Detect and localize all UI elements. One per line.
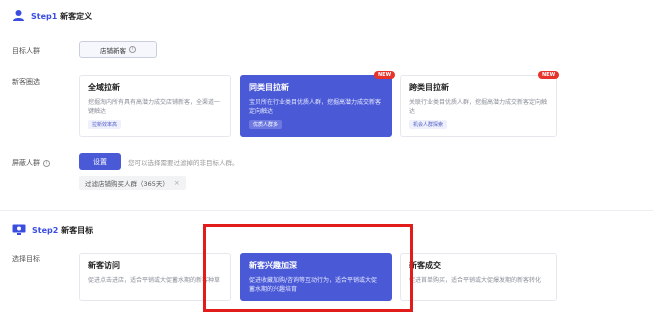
- circle-label: 新客圈选: [12, 78, 40, 86]
- person-icon: [12, 9, 25, 24]
- card-title: 跨类目拉新: [409, 83, 449, 92]
- card-cross-category-acquire[interactable]: 跨类目拉新 关联行业类目优质人群，挖掘高潜力成交新客定向触达 机会人群探索: [400, 75, 557, 137]
- new-badge: NEW: [374, 71, 396, 79]
- highlight-box: [203, 224, 413, 312]
- info-icon: i: [129, 46, 136, 53]
- target-screen-icon: [12, 224, 26, 237]
- card-tag: 拉新效率高: [88, 120, 122, 129]
- shield-label: 屏蔽人群 i: [12, 158, 50, 168]
- step2-title: Step2 新客目标: [32, 225, 93, 236]
- step1-prefix: Step1: [31, 12, 58, 21]
- new-badge: NEW: [538, 71, 560, 79]
- card-title: 全域拉新: [88, 83, 120, 92]
- step2-text: 新客目标: [61, 226, 94, 235]
- goal-label: 选择目标: [12, 255, 40, 263]
- shield-label-text: 屏蔽人群: [12, 159, 40, 167]
- step1-title: Step1 新客定义: [31, 11, 92, 22]
- step2-prefix: Step2: [32, 226, 59, 235]
- filter-purchase-tag-label: 过滤店铺购买人群（365天）: [85, 180, 169, 188]
- filter-purchase-tag: 过滤店铺购买人群（365天） ×: [79, 176, 186, 190]
- shield-settings-button[interactable]: 设置: [79, 153, 121, 170]
- goal-card-convert[interactable]: 新客成交 促进首单购买，适合平销或大促爆发期的新客转化: [400, 253, 557, 301]
- card-desc: 促进点击进店，适合平销或大促蓄水期的新客种草: [88, 277, 221, 284]
- shield-hint: 您可以选择需要过滤掉的非目标人群。: [128, 159, 239, 167]
- card-desc: 关联行业类目优质人群，挖掘高潜力成交新客定向触达: [409, 99, 548, 115]
- card-global-acquire[interactable]: 全域拉新 挖掘淘内所有具有高潜力成交店铺新客，全渠道一键触达 拉新效率高: [79, 75, 231, 137]
- close-icon[interactable]: ×: [174, 179, 180, 187]
- target-crowd-label: 目标人群: [12, 47, 40, 55]
- card-desc: 挖掘淘内所有具有高潜力成交店铺新客，全渠道一键触达: [88, 99, 221, 115]
- target-crowd-chip[interactable]: 店铺新客 i: [79, 41, 157, 58]
- card-title: 新客访问: [88, 261, 120, 270]
- info-icon: i: [43, 159, 50, 167]
- target-crowd-chip-label: 店铺新客: [100, 46, 126, 55]
- card-title: 新客成交: [409, 261, 441, 270]
- step1-text: 新客定义: [60, 12, 93, 21]
- card-same-category-acquire[interactable]: 同类目拉新 宝贝所在行业类目优质人群，挖掘高潜力成交新客定向触达 优质人群多: [240, 75, 392, 137]
- card-tag: 机会人群探索: [409, 120, 448, 129]
- info-icon-glyph: i: [43, 159, 50, 167]
- section-divider: [0, 210, 653, 211]
- card-desc: 促进首单购买，适合平销或大促爆发期的新客转化: [409, 277, 542, 284]
- card-desc: 宝贝所在行业类目优质人群，挖掘高潜力成交新客定向触达: [249, 99, 382, 115]
- card-tag: 优质人群多: [249, 120, 283, 129]
- step1-header: Step1 新客定义: [12, 9, 92, 24]
- card-title: 同类目拉新: [249, 83, 289, 92]
- step2-header: Step2 新客目标: [12, 224, 93, 237]
